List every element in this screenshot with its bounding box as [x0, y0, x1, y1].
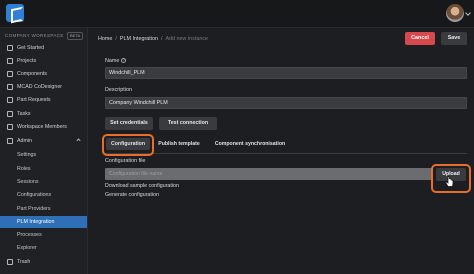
sidebar-item-label: MCAD CoDesigner: [17, 84, 63, 90]
sidebar-item-label: Roles: [17, 166, 31, 172]
request-icon: [7, 97, 13, 103]
chevron-down-icon[interactable]: [465, 10, 471, 16]
save-button[interactable]: Save: [441, 32, 467, 45]
sidebar-item-sessions[interactable]: Sessions: [0, 176, 87, 188]
sidebar-item-label: PLM Integration: [17, 219, 55, 225]
sidebar-item-explorer[interactable]: Explorer: [0, 242, 87, 254]
set-credentials-button[interactable]: Set credentials: [105, 117, 153, 130]
sidebar-item-label: Explorer: [17, 245, 37, 251]
cancel-button[interactable]: Cancel: [405, 32, 435, 45]
sidebar-item-components[interactable]: Components: [0, 68, 87, 80]
sidebar-item-label: Processes: [17, 232, 42, 238]
sidebar-item-label: Tasks: [17, 111, 31, 117]
top-bar: [0, 0, 474, 28]
avatar[interactable]: [446, 4, 464, 22]
members-icon: [7, 124, 13, 130]
component-icon: [7, 71, 13, 77]
sidebar-item-label: Projects: [17, 58, 37, 64]
sidebar-item-label: Settings: [17, 152, 37, 158]
help-icon[interactable]: ?: [121, 58, 127, 64]
sidebar-item-get-started[interactable]: Get Started: [0, 42, 87, 54]
sidebar-item-label: Part Providers: [17, 206, 51, 212]
breadcrumb-home[interactable]: Home: [98, 36, 112, 42]
admin-icon: [7, 138, 13, 144]
tab-publish-template[interactable]: Publish template: [154, 138, 204, 150]
download-sample-link[interactable]: Download sample configuration: [105, 183, 179, 189]
sidebar-item-label: Workspace Members: [17, 124, 67, 130]
workspace-badge: BETA: [67, 32, 84, 40]
app-logo-icon[interactable]: [6, 4, 24, 22]
sidebar: COMPANY WORKSPACE BETA Get Started Proje…: [0, 28, 88, 274]
sidebar-item-projects[interactable]: Projects: [0, 55, 87, 67]
sidebar-item-plm-integration[interactable]: PLM Integration: [0, 216, 87, 228]
tab-highlight-ring: [102, 134, 154, 156]
sidebar-item-part-providers[interactable]: Part Providers: [0, 203, 87, 215]
sidebar-item-admin[interactable]: Admin: [0, 135, 87, 147]
sidebar-item-part-requests[interactable]: Part Requests: [0, 94, 87, 106]
sidebar-item-configurations[interactable]: Configurations: [0, 189, 87, 201]
trash-icon: [7, 259, 13, 265]
sidebar-item-workspace-members[interactable]: Workspace Members: [0, 121, 87, 133]
generate-configuration-link[interactable]: Generate configuration: [105, 192, 159, 198]
breadcrumb-current: Add new instance: [165, 36, 209, 42]
sidebar-item-label: Configurations: [17, 192, 52, 198]
test-connection-button[interactable]: Test connection: [159, 117, 217, 130]
sidebar-item-label: Admin: [17, 138, 33, 144]
description-label: Description: [105, 87, 132, 93]
breadcrumb: Home / PLM Integration / Add new instance: [98, 36, 209, 42]
get-started-icon: [7, 45, 13, 51]
tasks-icon: [7, 111, 13, 117]
sidebar-item-label: Part Requests: [17, 97, 51, 103]
main-panel: Home / PLM Integration / Add new instance Ca…: [88, 28, 474, 274]
name-field[interactable]: Windchill_PLM: [105, 67, 467, 79]
name-label: Name?: [105, 58, 127, 64]
hand-cursor-icon: [445, 176, 454, 187]
configuration-file-input[interactable]: Configuration file name: [105, 168, 433, 180]
sidebar-item-trash[interactable]: Trash: [0, 256, 87, 268]
codesigner-icon: [7, 84, 13, 90]
description-field[interactable]: Company Windchill PLM: [105, 97, 467, 109]
tab-component-synchronisation[interactable]: Component synchronisation: [208, 138, 292, 150]
sidebar-item-processes[interactable]: Processes: [0, 229, 87, 241]
sidebar-item-roles[interactable]: Roles: [0, 163, 87, 175]
sidebar-item-settings[interactable]: Settings: [0, 149, 87, 161]
sidebar-item-label: Components: [17, 71, 48, 77]
sidebar-item-label: Sessions: [17, 179, 39, 185]
breadcrumb-plm-integration[interactable]: PLM Integration: [120, 36, 158, 42]
sidebar-item-label: Get Started: [17, 45, 45, 51]
workspace-label: COMPANY WORKSPACE: [5, 33, 64, 38]
sidebar-item-label: Trash: [17, 259, 31, 265]
folder-icon: [7, 58, 13, 64]
tab-divider: [105, 153, 467, 154]
chevron-up-icon: [76, 138, 81, 143]
configuration-file-label: Configuration file: [105, 158, 146, 164]
sidebar-item-mcad-codesigner[interactable]: MCAD CoDesigner: [0, 81, 87, 93]
sidebar-item-tasks[interactable]: Tasks: [0, 108, 87, 120]
